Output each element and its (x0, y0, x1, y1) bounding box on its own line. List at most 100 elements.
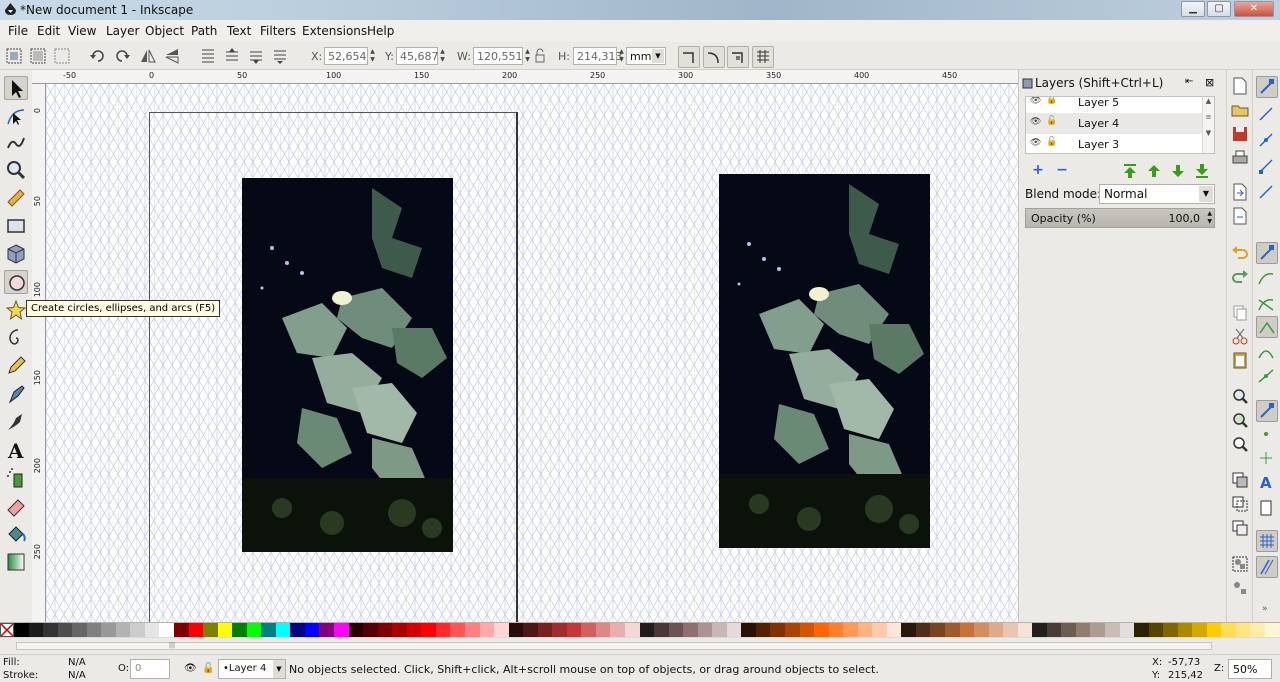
snap-page-border-icon[interactable] (1256, 498, 1278, 520)
gradient-tool[interactable] (4, 550, 28, 574)
color-swatch[interactable] (799, 623, 815, 637)
duplicate-icon[interactable] (1230, 470, 1250, 490)
color-swatch[interactable] (784, 623, 800, 637)
color-swatch[interactable] (464, 623, 480, 637)
add-layer-button[interactable]: + (1029, 162, 1047, 180)
opacity-spin-arrows[interactable]: ▲ ▼ (1207, 210, 1212, 226)
color-swatch[interactable] (988, 623, 1004, 637)
color-swatch[interactable] (915, 623, 931, 637)
cut-icon[interactable] (1230, 326, 1250, 346)
layer-lock-icon[interactable]: 🔓 (202, 663, 214, 674)
color-swatch[interactable] (872, 623, 887, 637)
snap-bar-overflow-icon[interactable]: » (1262, 604, 1268, 614)
redo-icon[interactable] (1230, 266, 1250, 286)
color-swatch[interactable] (1075, 623, 1091, 637)
clone-icon[interactable] (1230, 494, 1250, 514)
color-swatch[interactable] (595, 623, 611, 637)
color-swatch[interactable] (232, 623, 247, 637)
color-swatch[interactable] (610, 623, 625, 637)
lower-icon[interactable] (246, 46, 266, 66)
raise-to-top-icon[interactable] (198, 46, 218, 66)
color-swatch[interactable] (1192, 623, 1207, 637)
color-swatch[interactable] (494, 623, 509, 637)
color-swatch[interactable] (275, 623, 291, 637)
move-gradients-toggle[interactable] (727, 46, 749, 68)
tweak-tool[interactable] (4, 130, 28, 154)
color-swatch[interactable] (217, 623, 233, 637)
snap-paths-icon[interactable] (1256, 268, 1278, 290)
color-swatch[interactable] (57, 623, 73, 637)
color-swatch[interactable] (28, 623, 44, 637)
ungroup-icon[interactable] (1230, 578, 1250, 598)
snap-nodes-icon[interactable] (1256, 242, 1278, 264)
snap-grid-icon[interactable] (1256, 530, 1278, 552)
color-swatch[interactable] (435, 623, 451, 637)
new-document-icon[interactable] (1230, 76, 1250, 96)
undo-icon[interactable] (1230, 242, 1250, 262)
paste-icon[interactable] (1230, 350, 1250, 370)
snap-rotation-center-icon[interactable] (1256, 448, 1278, 470)
y-input[interactable]: 45,687 ▲ ▼ (396, 47, 445, 65)
color-swatch[interactable] (857, 623, 873, 637)
move-patterns-toggle[interactable] (752, 46, 774, 68)
color-swatch[interactable] (421, 623, 436, 637)
color-swatch[interactable] (814, 623, 829, 637)
color-swatch[interactable] (72, 623, 87, 637)
color-swatch[interactable] (348, 623, 364, 637)
color-swatch[interactable] (319, 623, 335, 637)
snap-bbox-edges-icon[interactable] (1256, 130, 1278, 152)
color-swatch[interactable] (959, 623, 975, 637)
blend-mode-select[interactable]: Normal ▼ (1099, 184, 1215, 204)
color-swatch[interactable] (697, 623, 713, 637)
color-swatch[interactable] (86, 623, 102, 637)
pen-tool[interactable] (4, 382, 28, 406)
color-swatch[interactable] (1119, 623, 1135, 637)
color-swatch[interactable] (334, 623, 349, 637)
color-swatch[interactable] (741, 623, 756, 637)
raise-layer-to-top-button[interactable] (1121, 162, 1139, 180)
color-swatch[interactable] (523, 623, 538, 637)
scale-stroke-toggle[interactable] (678, 46, 700, 68)
color-swatch[interactable] (755, 623, 771, 637)
open-icon[interactable] (1230, 100, 1250, 120)
raise-icon[interactable] (222, 46, 242, 66)
eye-icon[interactable]: 👁 (1030, 117, 1041, 127)
stroke-value[interactable]: N/A (68, 670, 86, 681)
color-swatch[interactable] (683, 623, 698, 637)
rotate-cw-icon[interactable] (112, 46, 132, 66)
selector-tool[interactable] (4, 76, 28, 100)
color-swatch[interactable] (43, 623, 58, 637)
color-swatch[interactable] (246, 623, 262, 637)
snap-bbox-icon[interactable] (1256, 104, 1278, 126)
opacity-slider[interactable]: Opacity (%) 100,0 ▲ ▼ (1025, 208, 1215, 228)
leaf-photo-image[interactable] (242, 178, 453, 552)
raise-layer-button[interactable] (1145, 162, 1163, 180)
menu-filters[interactable]: Filters (260, 24, 296, 38)
color-swatch[interactable] (1221, 623, 1236, 637)
palette-scroll-track[interactable]: ||| (16, 642, 1212, 650)
color-swatch[interactable] (290, 623, 305, 637)
color-swatch[interactable] (566, 623, 582, 637)
measure-tool[interactable] (4, 186, 28, 210)
node-tool[interactable] (4, 104, 28, 128)
lower-layer-button[interactable] (1169, 162, 1187, 180)
menu-layer[interactable]: Layer (106, 24, 139, 38)
zoom-selection-icon[interactable] (1230, 386, 1250, 406)
remove-layer-button[interactable]: − (1053, 162, 1071, 180)
star-tool[interactable] (4, 298, 28, 322)
menu-view[interactable]: View (68, 24, 96, 38)
ellipse-tool[interactable] (4, 270, 28, 294)
color-swatch[interactable] (159, 623, 175, 637)
layer-row[interactable]: 👁 🔓 Layer 3 (1026, 134, 1202, 153)
snap-cusp-nodes-icon[interactable] (1256, 316, 1278, 338)
zoom-field[interactable]: 50% (1228, 659, 1272, 679)
color-swatch[interactable] (639, 623, 655, 637)
menu-object[interactable]: Object (145, 24, 184, 38)
color-swatch[interactable] (1046, 623, 1062, 637)
color-swatch[interactable] (188, 623, 204, 637)
color-swatch[interactable] (1235, 623, 1251, 637)
color-swatch[interactable] (1003, 623, 1018, 637)
color-swatch[interactable] (144, 623, 160, 637)
snap-text-baseline-icon[interactable]: A (1256, 472, 1278, 494)
save-icon[interactable] (1230, 124, 1250, 144)
